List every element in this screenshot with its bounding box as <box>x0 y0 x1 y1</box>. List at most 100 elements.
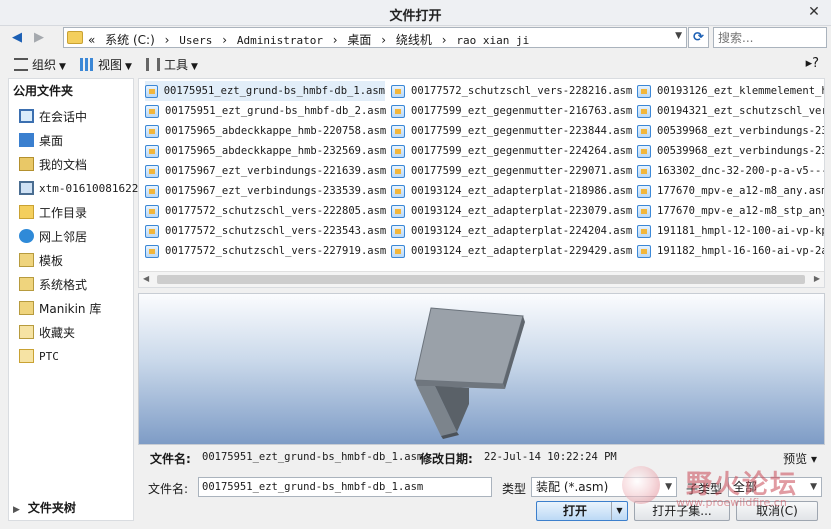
file-item[interactable]: 00175967_ezt_verbindungs-233539.asm <box>145 181 386 201</box>
breadcrumb-separator: › <box>332 33 338 47</box>
sidebar-item-my-documents[interactable]: 我的文档 <box>19 154 87 174</box>
assembly-file-icon <box>145 224 159 238</box>
file-item[interactable]: 00193126_ezt_klemmelement_hm <box>637 81 824 101</box>
file-item[interactable]: 00194321_ezt_schutzschl_verb <box>637 101 824 121</box>
scrollbar-thumb[interactable] <box>157 275 805 284</box>
file-item[interactable]: 00177572_schutzschl_vers-228216.asm <box>391 81 632 101</box>
assembly-file-icon <box>391 224 405 238</box>
breadcrumb-item-winding-machine[interactable]: 绕线机 <box>396 33 432 47</box>
assembly-file-icon <box>637 244 651 258</box>
desktop-icon <box>19 133 34 147</box>
sidebar-item-system-formats[interactable]: 系统格式 <box>19 274 87 294</box>
file-item[interactable]: 00175965_abdeckkappe_hmb-232569.asm <box>145 141 386 161</box>
folder-tree-toggle[interactable]: ▶ 文件夹树 <box>13 499 76 516</box>
file-item[interactable]: 163302_dnc-32-200-p-a-v5---- <box>637 161 824 181</box>
assembly-file-icon <box>637 84 651 98</box>
model-preview[interactable] <box>138 293 825 445</box>
breadcrumb-item-users[interactable]: Users <box>179 34 212 47</box>
file-item[interactable]: 00193124_ezt_adapterplat-229429.asm <box>391 241 632 261</box>
file-item[interactable]: 00193124_ezt_adapterplat-223079.asm <box>391 201 632 221</box>
sidebar-item-in-session[interactable]: 在会话中 <box>19 106 87 126</box>
sidebar-item-working-directory[interactable]: 工作目录 <box>19 202 87 222</box>
file-item[interactable]: 00177599_ezt_gegenmutter-223844.asm <box>391 121 632 141</box>
sidebar-item-templates[interactable]: 模板 <box>19 250 63 270</box>
folder-icon <box>19 349 34 363</box>
file-item[interactable]: 00175967_ezt_verbindungs-221639.asm <box>145 161 386 181</box>
assembly-file-icon <box>391 244 405 258</box>
system-format-icon <box>19 277 34 291</box>
refresh-icon[interactable]: ⟳ <box>688 27 709 48</box>
filename-field[interactable]: 00175951_ezt_grund-bs_hmbf-db_1.asm <box>198 477 492 497</box>
sidebar-item-ptc[interactable]: PTC <box>19 346 59 366</box>
file-item[interactable]: 00177599_ezt_gegenmutter-224264.asm <box>391 141 632 161</box>
organize-menu[interactable]: 组织 ▼ <box>14 56 66 73</box>
search-input[interactable] <box>713 27 827 48</box>
tools-menu[interactable]: 工具 ▼ <box>146 56 198 73</box>
breadcrumb-item-drive[interactable]: 系统 (C:) <box>105 33 155 47</box>
breadcrumb-item-desktop[interactable]: 桌面 <box>347 33 371 47</box>
tools-label: 工具 <box>164 58 189 72</box>
scroll-right-icon[interactable]: ▶ <box>814 274 820 283</box>
file-item[interactable]: 00177572_schutzschl_vers-227919.asm <box>145 241 386 261</box>
file-item[interactable]: 00193124_ezt_adapterplat-218986.asm <box>391 181 632 201</box>
context-help-icon[interactable]: ▸? <box>806 56 819 71</box>
chevron-down-icon[interactable]: ▼ <box>675 31 682 41</box>
file-item[interactable]: 00177572_schutzschl_vers-222805.asm <box>145 201 386 221</box>
assembly-file-icon <box>391 164 405 178</box>
file-item[interactable]: 00177599_ezt_gegenmutter-216763.asm <box>391 101 632 121</box>
organize-label: 组织 <box>32 58 57 72</box>
scroll-left-icon[interactable]: ◀ <box>143 274 149 283</box>
chevron-down-icon: ▼ <box>125 62 132 72</box>
sidebar-item-network[interactable]: 网上邻居 <box>19 226 87 246</box>
file-item[interactable]: 00175951_ezt_grund-bs_hmbf-db_1.asm <box>145 81 385 101</box>
sidebar-item-desktop[interactable]: 桌面 <box>19 130 63 150</box>
navigation-bar: ◀ ▶ « 系统 (C:) › Users › Administrator › … <box>0 26 831 50</box>
file-item[interactable]: 191182_hmpl-16-160-ai-vp-2a2 <box>637 241 824 261</box>
favorites-icon <box>19 325 34 339</box>
file-item[interactable]: 00177599_ezt_gegenmutter-229071.asm <box>391 161 632 181</box>
horizontal-scrollbar[interactable]: ◀ ▶ <box>139 271 824 287</box>
chevron-down-icon: ▼ <box>191 62 198 72</box>
file-item[interactable]: 00175951_ezt_grund-bs_hmbf-db_2.asm <box>145 101 386 121</box>
breadcrumb-item-rao-xian-ji[interactable]: rao xian ji <box>456 34 529 47</box>
info-date-label: 修改日期: <box>420 452 473 466</box>
monitor-icon <box>19 109 34 123</box>
assembly-file-icon <box>391 144 405 158</box>
computer-icon <box>19 181 34 195</box>
breadcrumb-overflow[interactable]: « <box>88 33 95 47</box>
sidebar-item-favorites[interactable]: 收藏夹 <box>19 322 75 342</box>
info-name-label: 文件名: <box>150 452 191 466</box>
assembly-file-icon <box>637 184 651 198</box>
folder-icon <box>67 31 83 44</box>
assembly-file-icon <box>637 204 651 218</box>
assembly-file-icon <box>637 224 651 238</box>
back-arrow-icon[interactable]: ◀ <box>8 29 26 47</box>
forward-arrow-icon[interactable]: ▶ <box>30 29 48 47</box>
file-item[interactable]: 177670_mpv-e_a12-m8_any.asm <box>637 181 824 201</box>
breadcrumb-item-administrator[interactable]: Administrator <box>237 34 323 47</box>
file-item[interactable]: 177670_mpv-e_a12-m8_stp_any. <box>637 201 824 221</box>
assembly-file-icon <box>391 124 405 138</box>
view-menu[interactable]: 视图 ▼ <box>80 56 132 73</box>
file-item[interactable]: 00175965_abdeckkappe_hmb-220758.asm <box>145 121 386 141</box>
file-item[interactable]: 191181_hmpl-12-100-ai-vp-kp- <box>637 221 824 241</box>
watermark-logo <box>622 466 660 504</box>
tools-icon <box>146 58 160 71</box>
sidebar-item-computer[interactable]: xtm-01610081622 <box>19 178 138 198</box>
address-bar[interactable]: « 系统 (C:) › Users › Administrator › 桌面 ›… <box>63 27 687 48</box>
breadcrumb-separator: › <box>164 33 170 47</box>
sidebar-item-manikin-library[interactable]: Manikin 库 <box>19 298 101 318</box>
open-button[interactable]: 打开 ▼ <box>536 501 628 521</box>
file-item[interactable]: 00193124_ezt_adapterplat-224204.asm <box>391 221 632 241</box>
toolbar: 组织 ▼ 视图 ▼ 工具 ▼ ▸? <box>0 53 831 77</box>
view-label: 视图 <box>98 58 123 72</box>
working-directory-icon <box>19 205 34 219</box>
file-item[interactable]: 00539968_ezt_verbindungs-232 <box>637 141 824 161</box>
type-label: 类型 <box>502 482 527 496</box>
close-icon[interactable]: ✕ <box>805 3 823 21</box>
assembly-file-icon <box>145 164 159 178</box>
assembly-file-icon <box>145 184 159 198</box>
file-item[interactable]: 00539968_ezt_verbindungs-232 <box>637 121 824 141</box>
file-item[interactable]: 00177572_schutzschl_vers-223543.asm <box>145 221 386 241</box>
view-icon <box>80 58 94 71</box>
